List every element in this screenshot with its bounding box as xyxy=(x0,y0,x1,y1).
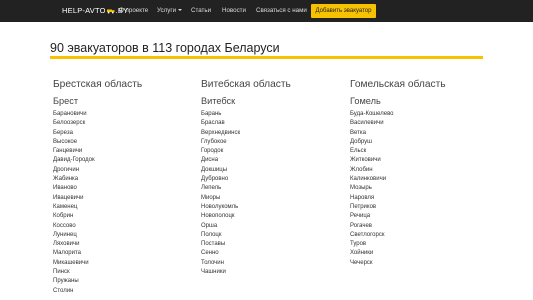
town-link[interactable]: Хойники xyxy=(350,249,490,258)
town-link[interactable]: Новополоцк xyxy=(201,212,341,221)
town-link[interactable]: Малорита xyxy=(53,249,193,258)
town-link[interactable]: Береза xyxy=(53,129,193,138)
town-link[interactable]: Калинковичи xyxy=(350,175,490,184)
region-column-gomel: Гомельская область Гомель Буда-Кошелево … xyxy=(350,79,490,268)
town-link[interactable]: Дубровно xyxy=(201,175,341,184)
nav-contact[interactable]: Связаться с нами xyxy=(256,0,307,22)
town-link[interactable]: Чашники xyxy=(201,268,341,277)
region-center-city[interactable]: Брест xyxy=(53,96,193,107)
page-title: 90 эвакуаторов в 113 городах Беларуси xyxy=(50,41,280,55)
town-link[interactable]: Туров xyxy=(350,240,490,249)
town-link[interactable]: Сенно xyxy=(201,249,341,258)
town-list: Барань Браслав Верхнедвинск Глубокое Гор… xyxy=(201,110,341,277)
town-link[interactable]: Белоозерск xyxy=(53,119,193,128)
town-link[interactable]: Петриков xyxy=(350,203,490,212)
town-link[interactable]: Рогачев xyxy=(350,222,490,231)
town-link[interactable]: Василевичи xyxy=(350,119,490,128)
nav-news[interactable]: Новости xyxy=(222,0,246,22)
town-link[interactable]: Коссово xyxy=(53,222,193,231)
town-link[interactable]: Браслав xyxy=(201,119,341,128)
region-title[interactable]: Гомельская область xyxy=(350,79,490,91)
town-link[interactable]: Толочин xyxy=(201,259,341,268)
add-tow-truck-button[interactable]: Добавить эвакуатор xyxy=(311,4,376,18)
town-link[interactable]: Иваново xyxy=(53,184,193,193)
town-link[interactable]: Ивацевичи xyxy=(53,194,193,203)
town-link[interactable]: Каменец xyxy=(53,203,193,212)
town-link[interactable]: Миоры xyxy=(201,194,341,203)
chevron-down-icon xyxy=(177,9,182,11)
region-column-brest: Брестская область Брест Барановичи Белоо… xyxy=(53,79,193,296)
town-link[interactable]: Чечерск xyxy=(350,259,490,268)
town-link[interactable]: Лунинец xyxy=(53,231,193,240)
town-link[interactable]: Верхнедвинск xyxy=(201,129,341,138)
town-link[interactable]: Микашевичи xyxy=(53,259,193,268)
town-link[interactable]: Ганцевичи xyxy=(53,147,193,156)
town-link[interactable]: Ветка xyxy=(350,129,490,138)
town-link[interactable]: Орша xyxy=(201,222,341,231)
town-link[interactable]: Новолукомль xyxy=(201,203,341,212)
town-link[interactable]: Мозырь xyxy=(350,184,490,193)
town-link[interactable]: Наровля xyxy=(350,194,490,203)
town-link[interactable]: Пинск xyxy=(53,268,193,277)
town-link[interactable]: Давид-Городок xyxy=(53,156,193,165)
town-link[interactable]: Пружаны xyxy=(53,277,193,286)
town-link[interactable]: Столин xyxy=(53,287,193,296)
tow-truck-icon xyxy=(106,8,115,14)
town-link[interactable]: Дисна xyxy=(201,156,341,165)
town-link[interactable]: Поставы xyxy=(201,240,341,249)
town-link[interactable]: Речица xyxy=(350,212,490,221)
town-link[interactable]: Ляховичи xyxy=(53,240,193,249)
town-list: Буда-Кошелево Василевичи Ветка Добруш Ел… xyxy=(350,110,490,268)
title-underline xyxy=(50,56,483,59)
town-link[interactable]: Добруш xyxy=(350,138,490,147)
town-link[interactable]: Полоцк xyxy=(201,231,341,240)
brand-text-left: HELP-AVTO xyxy=(62,6,106,15)
town-link[interactable]: Буда-Кошелево xyxy=(350,110,490,119)
town-link[interactable]: Докшицы xyxy=(201,166,341,175)
region-center-city[interactable]: Витебск xyxy=(201,96,341,107)
town-link[interactable]: Житковичи xyxy=(350,156,490,165)
town-link[interactable]: Жлобин xyxy=(350,166,490,175)
nav-services-label: Услуги xyxy=(157,7,177,14)
region-center-city[interactable]: Гомель xyxy=(350,96,490,107)
town-link[interactable]: Жабинка xyxy=(53,175,193,184)
town-link[interactable]: Городок xyxy=(201,147,341,156)
region-column-vitebsk: Витебская область Витебск Барань Браслав… xyxy=(201,79,341,277)
town-list: Барановичи Белоозерск Береза Высокое Ган… xyxy=(53,110,193,296)
town-link[interactable]: Барань xyxy=(201,110,341,119)
nav-services[interactable]: Услуги xyxy=(157,0,182,22)
town-link[interactable]: Глубокое xyxy=(201,138,341,147)
town-link[interactable]: Дрогичин xyxy=(53,166,193,175)
town-link[interactable]: Высокое xyxy=(53,138,193,147)
nav-articles[interactable]: Статьи xyxy=(191,0,211,22)
town-link[interactable]: Лепель xyxy=(201,184,341,193)
nav-about[interactable]: О проекте xyxy=(119,0,148,22)
town-link[interactable]: Кобрин xyxy=(53,212,193,221)
town-link[interactable]: Светлогорск xyxy=(350,231,490,240)
navbar: HELP-AVTO .BY О проекте Услуги Статьи Нов… xyxy=(0,0,533,22)
town-link[interactable]: Ельск xyxy=(350,147,490,156)
town-link[interactable]: Барановичи xyxy=(53,110,193,119)
region-title[interactable]: Брестская область xyxy=(53,79,193,91)
region-title[interactable]: Витебская область xyxy=(201,79,341,91)
